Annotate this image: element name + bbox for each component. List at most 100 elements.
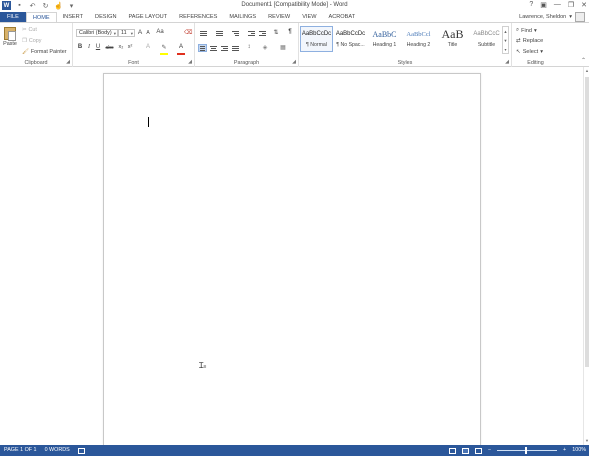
user-account[interactable]: Lawrence, Sheldon ▾: [519, 12, 585, 22]
chevron-down-icon: ▾: [113, 31, 116, 36]
style-title[interactable]: AaB Title: [436, 26, 469, 52]
increase-indent-icon[interactable]: [258, 29, 267, 37]
dialog-launcher-icon[interactable]: ◢: [188, 59, 192, 65]
select-label: Select: [522, 49, 539, 55]
bold-button[interactable]: B: [76, 44, 84, 50]
italic-button[interactable]: I: [85, 44, 93, 50]
ibeam-pointer-icon: Ɪ≡: [199, 361, 207, 370]
cut-label: Cut: [28, 27, 37, 33]
paste-button[interactable]: Paste: [3, 27, 17, 47]
scroll-down-icon[interactable]: ▼: [584, 438, 589, 444]
align-center-icon[interactable]: [209, 44, 218, 52]
restore-icon[interactable]: ❐: [568, 1, 574, 9]
scrollbar-thumb[interactable]: [585, 77, 589, 367]
decrease-indent-icon[interactable]: [247, 29, 256, 37]
clear-formatting-icon[interactable]: ⌫: [184, 29, 192, 36]
scissors-icon: ✂: [22, 27, 27, 33]
style-subtitle[interactable]: AaBbCcC Subtitle: [470, 26, 503, 52]
underline-button[interactable]: U: [94, 44, 102, 50]
style-normal[interactable]: AaBbCcDc ¶ Normal: [300, 26, 333, 52]
word-count[interactable]: 0 WORDS: [45, 445, 70, 456]
clipboard-icon: [4, 27, 16, 41]
grow-font-button[interactable]: A: [136, 29, 144, 36]
chevron-down-icon: ▾: [569, 14, 572, 20]
subscript-button[interactable]: x₂: [117, 44, 125, 50]
search-icon: ⌕: [516, 27, 520, 33]
cut-button[interactable]: ✂ Cut: [22, 27, 37, 33]
vertical-scrollbar[interactable]: ▲ ▼: [583, 67, 589, 445]
find-label: Find: [521, 27, 533, 34]
collapse-ribbon-icon[interactable]: ⌃: [581, 57, 586, 64]
borders-icon[interactable]: ▦: [279, 44, 287, 51]
highlight-icon[interactable]: ✎: [160, 44, 168, 51]
strikethrough-button[interactable]: abc: [104, 45, 115, 51]
style-gallery: AaBbCcDc ¶ Normal AaBbCcDc ¶ No Spac... …: [300, 26, 509, 56]
style-sample: AaBbCcDc: [301, 31, 332, 37]
copy-button[interactable]: ❐ Copy: [22, 38, 41, 44]
ribbon-display-icon[interactable]: ▣: [540, 1, 547, 9]
text-cursor: [148, 117, 149, 127]
align-right-icon[interactable]: [220, 44, 229, 52]
brush-icon: 🖌: [22, 49, 29, 55]
clipboard-group-label: Clipboard: [24, 60, 48, 66]
window-title: Document1 [Compatibility Mode] - Word: [241, 2, 348, 8]
zoom-out-icon[interactable]: −: [488, 445, 491, 456]
multilevel-list-icon[interactable]: [231, 29, 240, 37]
change-case-button[interactable]: Aa: [154, 29, 166, 35]
style-sample: AaBbCcC: [473, 31, 500, 37]
page-count[interactable]: PAGE 1 OF 1: [4, 445, 37, 456]
title-bar: W ▪ ↶ ↻ ☝ ▾ Document1 [Compatibility Mod…: [0, 0, 589, 12]
document-page[interactable]: [103, 73, 481, 445]
numbering-icon[interactable]: [215, 29, 224, 37]
copy-icon: ❐: [22, 38, 27, 44]
highlight-color-swatch: [160, 53, 168, 55]
dialog-launcher-icon[interactable]: ◢: [66, 59, 70, 65]
zoom-level[interactable]: 100%: [572, 445, 586, 456]
style-sample: AaB: [441, 27, 464, 41]
scroll-up-icon[interactable]: ▲: [584, 68, 589, 74]
shrink-font-button[interactable]: A: [144, 30, 152, 36]
text-effects-button[interactable]: A: [144, 44, 152, 50]
justify-icon[interactable]: [231, 44, 240, 52]
superscript-button[interactable]: x²: [126, 44, 134, 50]
sort-icon[interactable]: ⇅: [272, 29, 280, 36]
font-size-dropdown[interactable]: 11 ▾: [118, 29, 135, 37]
read-mode-icon[interactable]: [448, 447, 456, 454]
style-heading-1[interactable]: AaBbC Heading 1: [368, 26, 401, 52]
find-button[interactable]: ⌕ Find ▾: [516, 27, 537, 34]
font-color-button[interactable]: A: [177, 44, 185, 50]
style-heading-2[interactable]: AaBbCcl Heading 2: [402, 26, 435, 52]
print-layout-icon[interactable]: [461, 447, 469, 454]
style-no-spacing[interactable]: AaBbCcDc ¶ No Spac...: [334, 26, 367, 52]
web-layout-icon[interactable]: [474, 447, 482, 454]
font-name-dropdown[interactable]: Calibri (Body) ▾: [76, 29, 118, 37]
styles-group-label: Styles: [397, 60, 413, 66]
style-sample: AaBbCcDc: [335, 31, 366, 37]
scroll-down-icon[interactable]: ▼: [503, 36, 508, 45]
replace-button[interactable]: ⇄ Replace: [516, 38, 543, 44]
replace-label: Replace: [522, 38, 544, 44]
style-gallery-scroll[interactable]: ▲ ▼ ▾: [502, 26, 509, 54]
close-icon[interactable]: ✕: [581, 1, 587, 9]
show-marks-button[interactable]: ¶: [286, 29, 294, 35]
style-name: Heading 1: [372, 42, 397, 48]
bullets-icon[interactable]: [199, 29, 208, 37]
zoom-in-icon[interactable]: +: [563, 445, 566, 456]
ribbon: Paste ✂ Cut ❐ Copy 🖌 Format Painter Clip…: [0, 22, 589, 67]
zoom-slider[interactable]: [497, 447, 558, 454]
more-styles-icon[interactable]: ▾: [503, 45, 508, 54]
minimize-icon[interactable]: —: [554, 1, 561, 9]
select-button[interactable]: ↖ Select ▾: [516, 49, 543, 55]
style-sample: AaBbCcl: [406, 31, 431, 38]
shading-icon[interactable]: ◈: [261, 44, 269, 51]
help-icon[interactable]: ?: [529, 1, 533, 9]
zoom-slider-thumb[interactable]: [525, 447, 528, 454]
format-painter-label: Format Painter: [30, 49, 67, 55]
dialog-launcher-icon[interactable]: ◢: [292, 59, 296, 65]
paragraph-group: ⇅ ¶ ↕ ◈ ▦ Paragraph ◢: [195, 23, 299, 67]
scroll-up-icon[interactable]: ▲: [503, 27, 508, 36]
align-left-icon[interactable]: [198, 44, 207, 52]
proofing-icon[interactable]: [77, 447, 85, 454]
format-painter-button[interactable]: 🖌 Format Painter: [22, 49, 67, 55]
line-spacing-icon[interactable]: ↕: [245, 44, 253, 50]
